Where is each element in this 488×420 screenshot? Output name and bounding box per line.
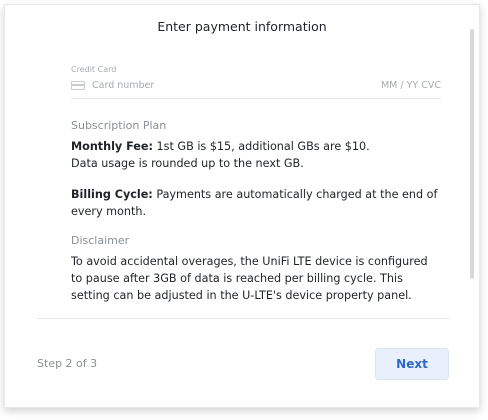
subscription-heading: Subscription Plan: [71, 119, 167, 132]
monthly-fee-value: 1st GB is $15, additional GBs are $10.: [156, 140, 370, 153]
expiry-cvc-input[interactable]: MM / YY CVC: [381, 80, 441, 91]
card-number-input[interactable]: Card number: [92, 80, 381, 91]
dialog-title: Enter payment information: [157, 19, 327, 34]
dialog-content[interactable]: Credit Card Card number MM / YY CVC Subs…: [71, 65, 441, 317]
disclaimer-heading: Disclaimer: [71, 234, 130, 247]
monthly-fee-text: Monthly Fee: 1st GB is $15, additional G…: [71, 138, 441, 172]
billing-cycle-text: Billing Cycle: Payments are automaticall…: [71, 186, 441, 220]
next-button[interactable]: Next: [375, 348, 449, 380]
footer-divider: [37, 318, 449, 319]
credit-card-label: Credit Card: [71, 65, 117, 74]
payment-dialog: Enter payment information Credit Card Ca…: [4, 4, 480, 408]
disclaimer-text: To avoid accidental overages, the UniFi …: [71, 255, 428, 302]
monthly-fee-label: Monthly Fee:: [71, 140, 153, 153]
credit-card-icon: [71, 81, 85, 90]
billing-cycle-label: Billing Cycle:: [71, 188, 153, 201]
credit-card-field[interactable]: Card number MM / YY CVC: [71, 80, 441, 99]
scrollbar[interactable]: [470, 29, 474, 279]
step-indicator: Step 2 of 3: [37, 357, 98, 370]
dialog-footer: Step 2 of 3 Next: [37, 348, 449, 380]
monthly-fee-note: Data usage is rounded up to the next GB.: [71, 157, 304, 170]
